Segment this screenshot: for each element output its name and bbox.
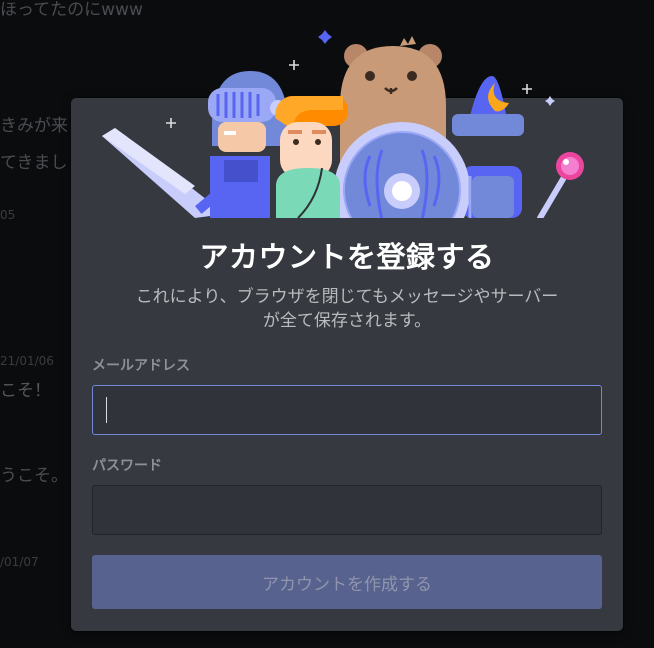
text-caret xyxy=(106,397,107,423)
email-label: メールアドレス xyxy=(92,358,190,374)
subtitle-line: これにより、ブラウザを閉じてもメッセージやサーバー xyxy=(135,287,559,307)
background-chat-timestamp: /01/07 xyxy=(0,555,39,569)
boy-icon xyxy=(275,96,348,218)
wand-icon xyxy=(537,152,584,218)
background-chat-line: てきまし xyxy=(0,153,68,173)
background-chat-line: うこそ。 xyxy=(0,466,68,486)
background-chat-line: ほってたのにwww xyxy=(0,0,143,20)
password-field[interactable] xyxy=(92,485,602,535)
sword-icon xyxy=(102,128,225,218)
subtitle-line: が全て保存されます。 xyxy=(262,311,432,331)
background-chat-line: こそ！ xyxy=(0,381,51,401)
create-account-button[interactable]: アカウントを作成する xyxy=(92,555,602,609)
password-label: パスワード xyxy=(92,458,162,474)
header-illustration xyxy=(100,26,590,218)
background-chat-timestamp: 21/01/06 xyxy=(0,354,54,368)
modal-subtitle: これにより、ブラウザを閉じてもメッセージやサーバー が全て保存されます。 xyxy=(91,285,603,333)
email-field[interactable] xyxy=(92,385,602,435)
background-chat-line: きみが来 xyxy=(0,116,68,136)
background-chat-timestamp: 05 xyxy=(0,208,16,222)
modal-title: アカウントを登録する xyxy=(199,240,495,274)
